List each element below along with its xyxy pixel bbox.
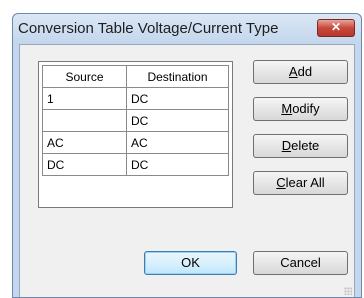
dialog-window: Conversion Table Voltage/Current Type ✕ … <box>12 13 362 298</box>
destination-cell[interactable]: DC <box>126 87 229 110</box>
close-button[interactable]: ✕ <box>317 19 355 37</box>
ok-button-label: OK <box>181 255 200 270</box>
clear-all-button[interactable]: Clear All <box>253 171 348 195</box>
close-icon: ✕ <box>330 20 342 34</box>
table-row[interactable]: DC <box>42 109 229 132</box>
table-row[interactable]: 1 DC <box>42 87 229 110</box>
table-row[interactable]: DC DC <box>42 153 229 176</box>
conversion-table-frame: Source Destination 1 DC DC AC AC DC DC <box>38 61 233 208</box>
source-cell[interactable] <box>42 109 127 132</box>
column-header-destination[interactable]: Destination <box>126 65 229 88</box>
dialog-client-area: Source Destination 1 DC DC AC AC DC DC A… <box>19 44 355 297</box>
cancel-button-label: Cancel <box>280 255 321 270</box>
conversion-table: Source Destination 1 DC DC AC AC DC DC <box>42 65 229 176</box>
dialog-title: Conversion Table Voltage/Current Type <box>18 20 279 37</box>
source-cell[interactable]: AC <box>42 131 127 154</box>
cancel-button[interactable]: Cancel <box>253 251 348 275</box>
destination-cell[interactable]: DC <box>126 109 229 132</box>
source-cell[interactable]: 1 <box>42 87 127 110</box>
modify-button[interactable]: Modify <box>253 97 348 121</box>
add-button[interactable]: Add <box>253 60 348 84</box>
destination-cell[interactable]: AC <box>126 131 229 154</box>
resize-grip[interactable] <box>344 287 352 295</box>
table-header-row: Source Destination <box>42 65 229 88</box>
ok-button[interactable]: OK <box>144 251 237 275</box>
source-cell[interactable]: DC <box>42 153 127 176</box>
destination-cell[interactable]: DC <box>126 153 229 176</box>
table-row[interactable]: AC AC <box>42 131 229 154</box>
column-header-source[interactable]: Source <box>42 65 127 88</box>
delete-button[interactable]: Delete <box>253 134 348 158</box>
title-bar[interactable]: Conversion Table Voltage/Current Type ✕ <box>13 14 361 44</box>
